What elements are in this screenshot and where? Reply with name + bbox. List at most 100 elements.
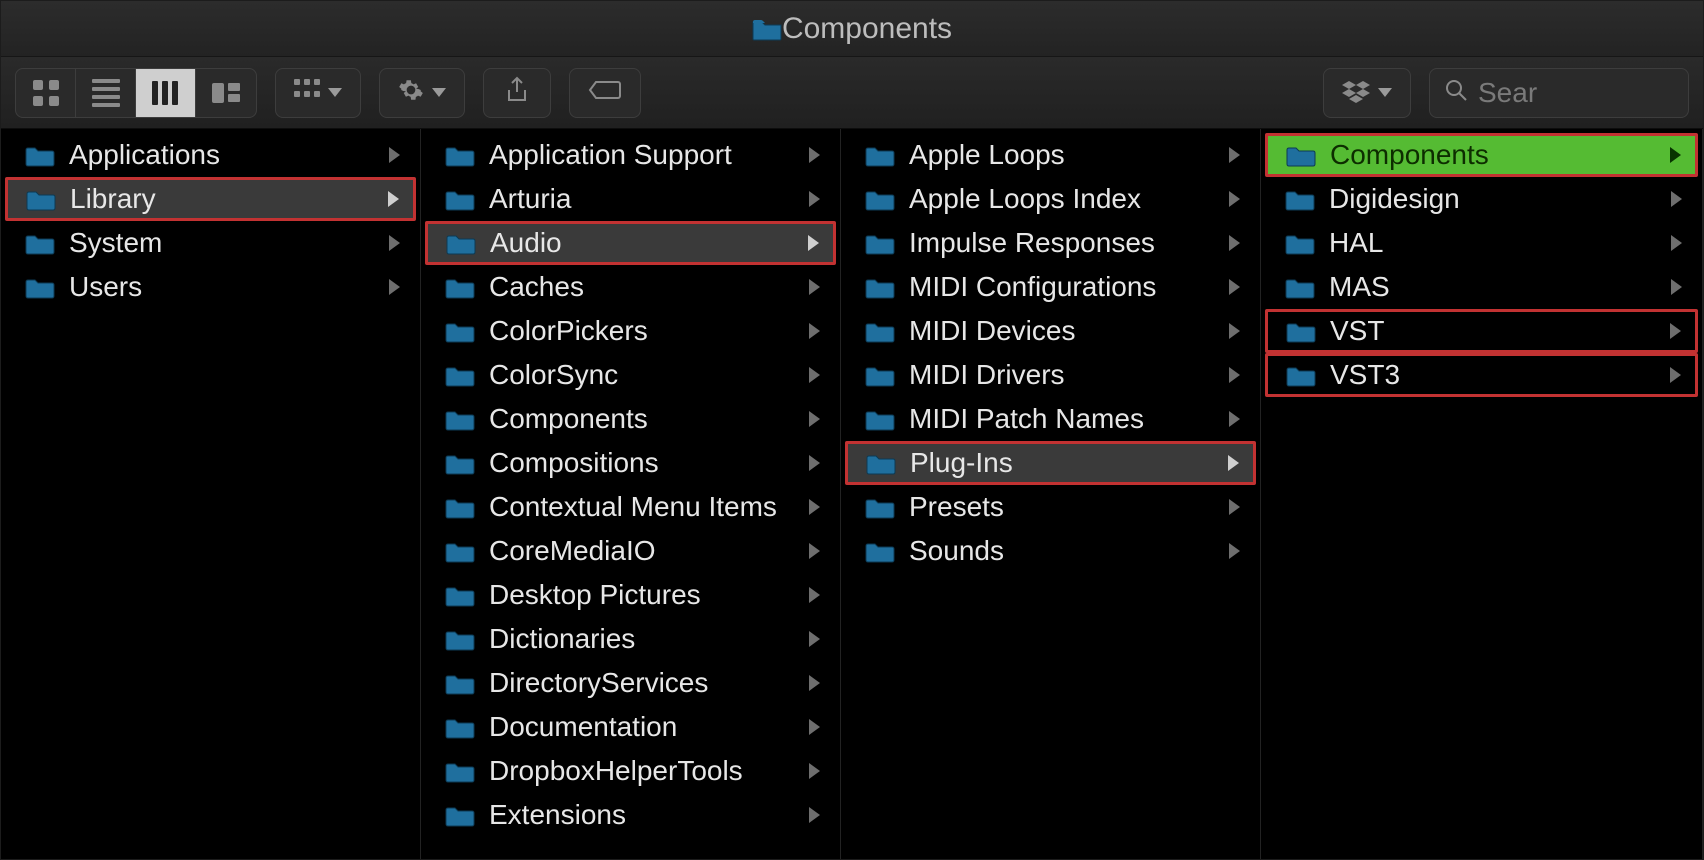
chevron-right-icon [1671,235,1682,251]
chevron-right-icon [809,543,820,559]
folder-icon [445,143,475,167]
dropbox-button[interactable] [1323,68,1411,118]
list-item[interactable]: DropboxHelperTools [425,749,836,793]
list-item[interactable]: Components [425,397,836,441]
list-item[interactable]: Documentation [425,705,836,749]
item-label: Components [1330,139,1656,171]
chevron-right-icon [389,147,400,163]
chevron-right-icon [1671,191,1682,207]
item-label: VST3 [1330,359,1656,391]
toolbar [1,57,1703,129]
list-item[interactable]: Arturia [425,177,836,221]
list-item[interactable]: Presets [845,485,1256,529]
folder-icon [1285,231,1315,255]
item-label: Compositions [489,447,795,479]
item-label: Presets [909,491,1215,523]
list-item[interactable]: MIDI Configurations [845,265,1256,309]
list-item[interactable]: Audio [425,221,836,265]
titlebar[interactable]: Components [1,1,1703,57]
item-label: Contextual Menu Items [489,491,795,523]
item-label: Components [489,403,795,435]
view-mode-group [15,68,257,118]
list-item[interactable]: Extensions [425,793,836,837]
folder-icon [1286,319,1316,343]
group-by-button[interactable] [275,68,361,118]
column-2[interactable]: Apple LoopsApple Loops Index Impulse Resp… [841,129,1261,859]
share-icon [505,76,529,109]
item-label: HAL [1329,227,1657,259]
list-item[interactable]: MIDI Devices [845,309,1256,353]
list-item[interactable]: Compositions [425,441,836,485]
item-label: Application Support [489,139,795,171]
share-button[interactable] [483,68,551,118]
list-item[interactable]: MIDI Drivers [845,353,1256,397]
group-by-icon [294,79,320,106]
tag-icon [588,79,622,106]
tags-button[interactable] [569,68,641,118]
list-item[interactable]: MAS [1265,265,1698,309]
item-label: Dictionaries [489,623,795,655]
list-item[interactable]: Components [1265,133,1698,177]
list-item[interactable]: CoreMediaIO [425,529,836,573]
chevron-right-icon [809,191,820,207]
search-input[interactable] [1478,77,1658,109]
column-browser: Applications Library SystemUsers Applicati… [1,129,1703,859]
folder-icon [445,275,475,299]
item-label: VST [1330,315,1656,347]
list-item[interactable]: System [5,221,416,265]
list-item[interactable]: Caches [425,265,836,309]
column-1[interactable]: Application SupportArturiaAudioCachesCol… [421,129,841,859]
list-item[interactable]: Library [5,177,416,221]
folder-icon [26,187,56,211]
list-item[interactable]: Application Support [425,133,836,177]
list-item[interactable]: Desktop Pictures [425,573,836,617]
chevron-down-icon [328,88,342,97]
action-menu-button[interactable] [379,68,465,118]
list-item[interactable]: HAL [1265,221,1698,265]
list-item[interactable]: Applications [5,133,416,177]
view-column-button[interactable] [136,69,196,117]
list-item[interactable]: VST3 [1265,353,1698,397]
item-label: Documentation [489,711,795,743]
list-item[interactable]: Users [5,265,416,309]
folder-icon [445,319,475,343]
column-0[interactable]: Applications Library SystemUsers [1,129,421,859]
search-field[interactable] [1429,68,1689,118]
item-label: Applications [69,139,375,171]
item-label: Desktop Pictures [489,579,795,611]
folder-icon [865,187,895,211]
list-item[interactable]: VST [1265,309,1698,353]
item-label: Plug-Ins [910,447,1214,479]
view-gallery-button[interactable] [196,69,256,117]
folder-icon [752,17,782,41]
item-label: Impulse Responses [909,227,1215,259]
view-icon-button[interactable] [16,69,76,117]
list-item[interactable]: Apple Loops [845,133,1256,177]
view-list-button[interactable] [76,69,136,117]
column-3[interactable]: Components Digidesign HAL MAS VST VST3 [1261,129,1703,859]
chevron-right-icon [809,411,820,427]
chevron-right-icon [1229,323,1240,339]
list-item[interactable]: DirectoryServices [425,661,836,705]
item-label: Library [70,183,374,215]
dropbox-icon [1342,81,1370,105]
chevron-right-icon [1670,323,1681,339]
list-item[interactable]: ColorSync [425,353,836,397]
list-item[interactable]: Digidesign [1265,177,1698,221]
chevron-right-icon [809,147,820,163]
list-item[interactable]: Plug-Ins [845,441,1256,485]
folder-icon [445,627,475,651]
chevron-right-icon [1229,279,1240,295]
list-item[interactable]: Impulse Responses [845,221,1256,265]
folder-icon [866,451,896,475]
folder-icon [445,583,475,607]
chevron-right-icon [809,323,820,339]
list-item[interactable]: Sounds [845,529,1256,573]
list-item[interactable]: Contextual Menu Items [425,485,836,529]
list-item[interactable]: Dictionaries [425,617,836,661]
list-item[interactable]: Apple Loops Index [845,177,1256,221]
chevron-right-icon [809,279,820,295]
list-item[interactable]: MIDI Patch Names [845,397,1256,441]
list-item[interactable]: ColorPickers [425,309,836,353]
item-label: DirectoryServices [489,667,795,699]
